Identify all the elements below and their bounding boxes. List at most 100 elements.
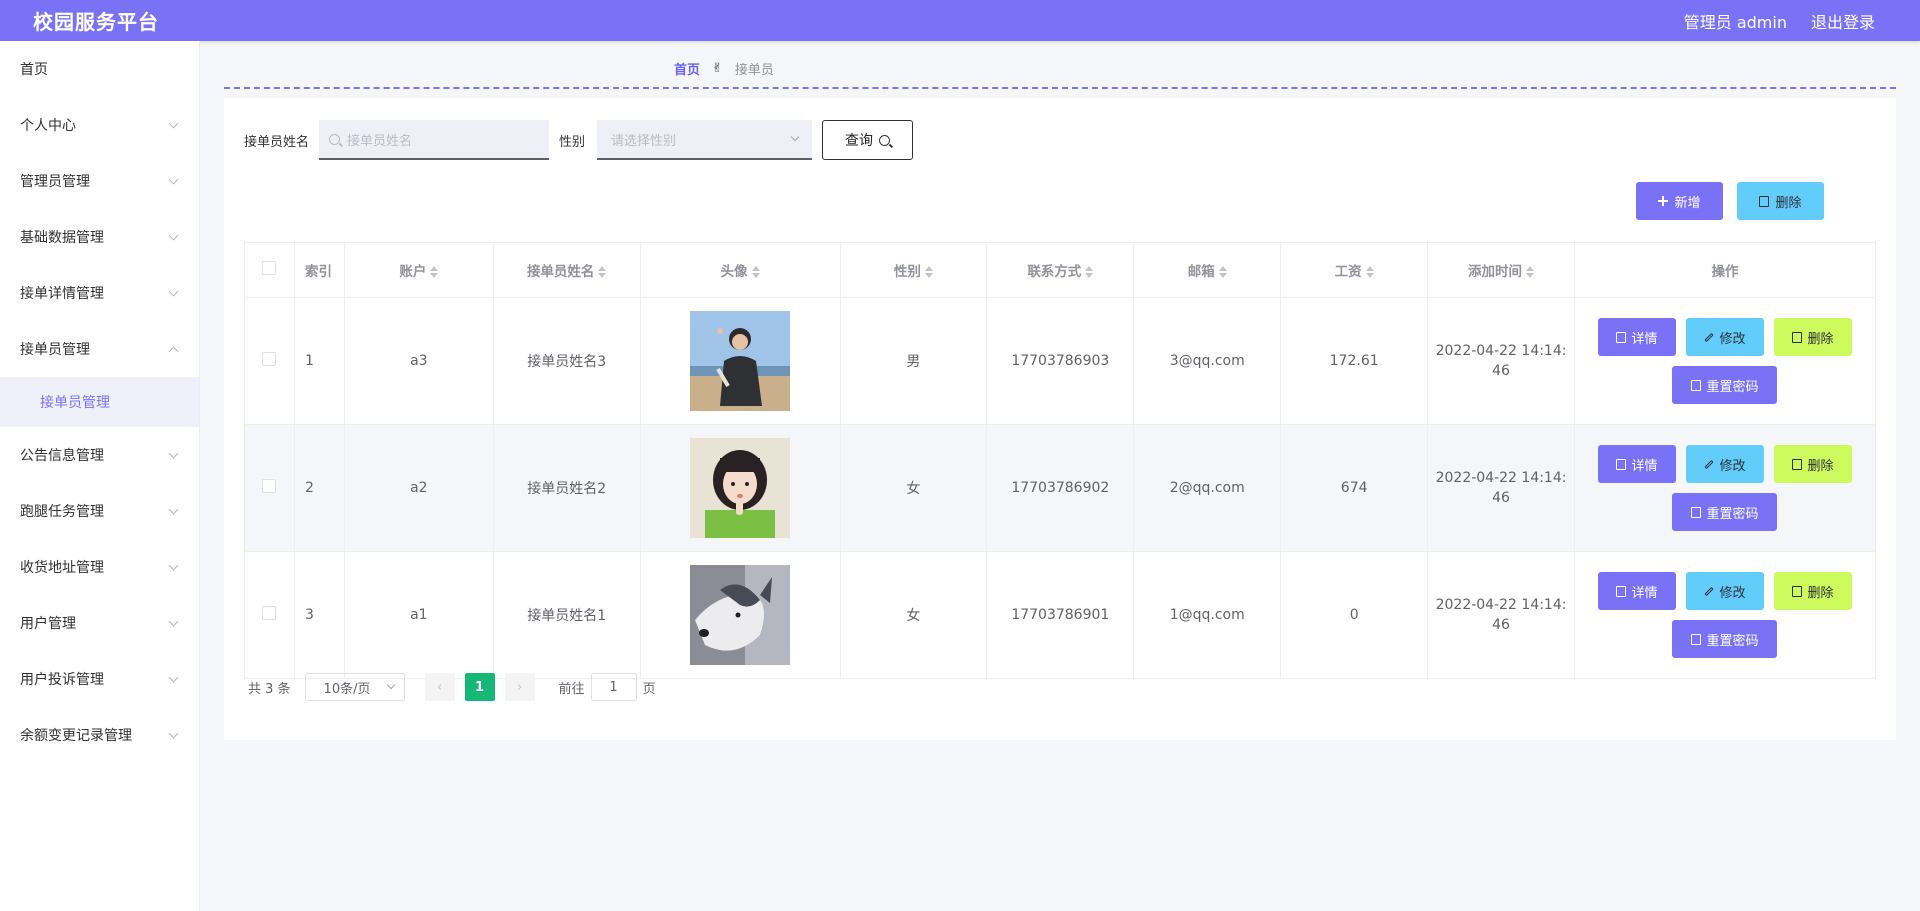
page-number-current[interactable]: 1 bbox=[464, 673, 495, 701]
row-checkbox[interactable] bbox=[262, 606, 277, 620]
row-select-cell bbox=[244, 297, 295, 425]
sort-icon[interactable] bbox=[1526, 266, 1535, 278]
sidebar-item-order-details[interactable]: 接单详情管理 bbox=[0, 265, 199, 321]
edit-button[interactable]: 修改 bbox=[1685, 572, 1764, 610]
sidebar-item-announcements[interactable]: 公告信息管理 bbox=[0, 427, 199, 483]
document-icon bbox=[1691, 506, 1702, 518]
prev-page-button[interactable]: ‹ bbox=[424, 673, 455, 701]
reset-password-button[interactable]: 重置密码 bbox=[1672, 366, 1778, 404]
sidebar-item-label: 用户投诉管理 bbox=[20, 672, 104, 688]
col-email-label: 邮箱 bbox=[1187, 264, 1215, 280]
chevron-down-icon bbox=[168, 174, 179, 184]
sort-icon[interactable] bbox=[1085, 266, 1094, 278]
edit-button[interactable]: 修改 bbox=[1685, 445, 1764, 483]
name-search-input[interactable]: 接单员姓名 bbox=[319, 120, 550, 160]
cell-gender: 男 bbox=[839, 297, 988, 425]
detail-button[interactable]: 详情 bbox=[1597, 445, 1676, 483]
reset-password-label: 重置密码 bbox=[1706, 633, 1759, 649]
col-phone[interactable]: 联系方式 bbox=[986, 242, 1135, 298]
detail-button[interactable]: 详情 bbox=[1597, 572, 1676, 610]
trash-icon bbox=[1759, 195, 1770, 207]
cell-index: 2 bbox=[293, 424, 345, 552]
sidebar-item-label: 管理员管理 bbox=[20, 174, 90, 190]
document-icon bbox=[1616, 585, 1627, 597]
cell-gender: 女 bbox=[839, 551, 988, 679]
reset-password-button[interactable]: 重置密码 bbox=[1672, 493, 1778, 531]
breadcrumb-home[interactable]: 首页 bbox=[674, 59, 700, 78]
delete-button[interactable]: 删除 bbox=[1773, 572, 1852, 610]
cell-name: 接单员姓名2 bbox=[492, 424, 641, 552]
add-button[interactable]: 新增 bbox=[1636, 182, 1723, 220]
page-size-select[interactable]: 10条/页 bbox=[304, 673, 405, 701]
breadcrumb-divider bbox=[224, 87, 1896, 89]
sidebar-item-label: 首页 bbox=[20, 62, 48, 78]
trash-icon bbox=[1792, 585, 1803, 597]
sidebar-item-admin-management[interactable]: 管理员管理 bbox=[0, 153, 199, 209]
sort-icon[interactable] bbox=[924, 266, 933, 278]
trash-icon bbox=[1792, 331, 1803, 343]
pencil-icon bbox=[1704, 586, 1715, 596]
col-avatar-label: 头像 bbox=[720, 264, 748, 280]
plus-icon bbox=[1658, 196, 1669, 206]
app-title: 校园服务平台 bbox=[33, 10, 159, 34]
sort-icon[interactable] bbox=[430, 266, 439, 278]
avatar-photo-2[interactable] bbox=[690, 438, 791, 538]
sidebar-item-personal-center[interactable]: 个人中心 bbox=[0, 97, 199, 153]
gender-select[interactable]: 请选择性别 bbox=[597, 120, 813, 160]
sidebar-item-basic-data[interactable]: 基础数据管理 bbox=[0, 209, 199, 265]
sidebar-item-courier-management[interactable]: 接单员管理 bbox=[0, 321, 199, 377]
col-name[interactable]: 接单员姓名 bbox=[492, 242, 641, 298]
chevron-down-icon bbox=[168, 560, 179, 570]
cell-name: 接单员姓名3 bbox=[492, 297, 641, 425]
row-checkbox[interactable] bbox=[262, 479, 277, 493]
logout-button[interactable]: 退出登录 bbox=[1811, 9, 1875, 33]
delete-button[interactable]: 删除 bbox=[1773, 318, 1852, 356]
avatar-photo-1[interactable] bbox=[690, 311, 791, 411]
sidebar-item-users[interactable]: 用户管理 bbox=[0, 595, 199, 651]
sort-icon[interactable] bbox=[751, 266, 760, 278]
admin-user-label[interactable]: 管理员 admin bbox=[1684, 9, 1787, 33]
cell-account: a1 bbox=[343, 551, 494, 679]
goto-suffix: 页 bbox=[642, 681, 656, 697]
cell-salary: 674 bbox=[1280, 424, 1429, 552]
col-salary[interactable]: 工资 bbox=[1280, 242, 1429, 298]
query-button[interactable]: 查询 bbox=[822, 120, 914, 160]
chevron-down-icon bbox=[790, 132, 800, 142]
col-email[interactable]: 邮箱 bbox=[1133, 242, 1282, 298]
sidebar-item-home[interactable]: 首页 bbox=[0, 41, 199, 97]
next-page-button[interactable]: › bbox=[504, 673, 535, 701]
sort-icon[interactable] bbox=[598, 266, 607, 278]
content-panel: 接单员姓名 接单员姓名 性别 请选择性别 查询 新增 删除 索引 账户 接单员姓… bbox=[224, 98, 1896, 740]
col-account[interactable]: 账户 bbox=[343, 242, 494, 298]
sidebar-item-balance-records[interactable]: 余额变更记录管理 bbox=[0, 707, 199, 763]
col-date[interactable]: 添加时间 bbox=[1427, 242, 1575, 298]
sort-icon[interactable] bbox=[1218, 266, 1227, 278]
breadcrumb: 首页 ✌ 接单员 bbox=[674, 59, 774, 78]
row-checkbox[interactable] bbox=[262, 352, 277, 366]
avatar-photo-3[interactable] bbox=[690, 565, 791, 665]
sidebar-item-label: 接单员管理 bbox=[20, 342, 90, 358]
edit-button[interactable]: 修改 bbox=[1685, 318, 1764, 356]
select-all-checkbox[interactable] bbox=[262, 261, 277, 275]
cell-account: a3 bbox=[343, 297, 494, 425]
detail-button[interactable]: 详情 bbox=[1597, 318, 1676, 356]
sidebar-item-addresses[interactable]: 收货地址管理 bbox=[0, 539, 199, 595]
cell-date: 2022-04-22 14:14: 46 bbox=[1427, 424, 1575, 552]
goto-page-input[interactable]: 1 bbox=[590, 673, 637, 701]
sidebar-item-complaints[interactable]: 用户投诉管理 bbox=[0, 651, 199, 707]
delete-button[interactable]: 删除 bbox=[1773, 445, 1852, 483]
batch-delete-button[interactable]: 删除 bbox=[1737, 182, 1824, 220]
select-all-cell bbox=[244, 242, 295, 298]
cell-date-line2: 46 bbox=[1492, 363, 1510, 379]
breadcrumb-current: 接单员 bbox=[734, 63, 774, 78]
col-gender[interactable]: 性别 bbox=[839, 242, 988, 298]
sidebar-subitem-courier-management[interactable]: 接单员管理 bbox=[0, 377, 199, 427]
sort-icon[interactable] bbox=[1365, 266, 1374, 278]
sidebar-item-errand-tasks[interactable]: 跑腿任务管理 bbox=[0, 483, 199, 539]
detail-button-label: 详情 bbox=[1631, 458, 1658, 474]
reset-password-label: 重置密码 bbox=[1706, 506, 1759, 522]
col-avatar[interactable]: 头像 bbox=[639, 242, 841, 298]
table-row: 1 a3 接单员姓名3 男 17703786903 3@qq.com 172.6… bbox=[244, 297, 1877, 425]
chevron-down-icon bbox=[386, 680, 395, 690]
reset-password-button[interactable]: 重置密码 bbox=[1672, 620, 1778, 658]
